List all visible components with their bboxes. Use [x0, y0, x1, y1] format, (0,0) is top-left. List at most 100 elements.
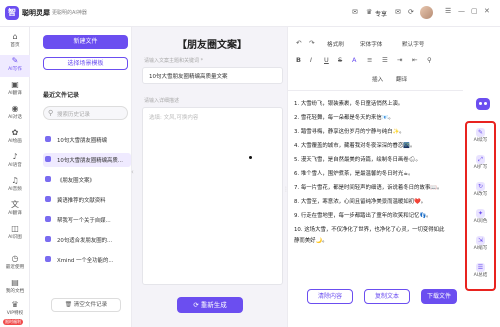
collapse-panel-icon[interactable]: ‹: [131, 168, 134, 176]
font-family-select[interactable]: 宋体字体: [360, 40, 382, 48]
file-record[interactable]: 冀语推荐的文献资料: [43, 193, 131, 207]
search-icon[interactable]: ⚲: [427, 56, 432, 64]
history-search-input[interactable]: ⚲ 搜索历史记录: [43, 106, 128, 120]
list-icon[interactable]: ☰: [382, 56, 388, 64]
italic-icon[interactable]: I: [310, 56, 312, 64]
nav-ai-chat[interactable]: ◉ AI对话: [0, 103, 30, 125]
close-icon[interactable]: ✕: [484, 7, 490, 15]
file-record[interactable]: 《朋友圈文案》: [43, 173, 131, 187]
file-panel: 新建文件 选择场景模板 最近文件记录 ⚲ 搜索历史记录 10句大雪朋友圈精编 1…: [30, 27, 132, 327]
clear-records-button[interactable]: 🗑 清空文件记录: [51, 298, 121, 312]
crown-icon: ♛: [11, 300, 19, 309]
underline-icon[interactable]: U: [324, 56, 329, 64]
main-nav: ⌂ 首页 ✎ AI写作 ▣ AI翻译 ◉ AI对话 ✿ AI绘画 ♪ AI语音 ♫ AI音频 …: [0, 27, 30, 327]
sparkle-icon: ✦: [476, 209, 485, 218]
format-painter[interactable]: 格式刷: [327, 40, 344, 48]
message-icon[interactable]: ✉: [352, 8, 358, 16]
minimize-icon[interactable]: —: [458, 7, 465, 15]
voice-icon: ♪: [12, 152, 18, 161]
ai-summary-button[interactable]: ☰ AI总结: [467, 263, 494, 279]
benefit-label[interactable]: 专享: [375, 9, 387, 18]
new-file-button[interactable]: 新建文件: [43, 35, 128, 49]
rewrite-icon: ↻: [476, 182, 485, 191]
audio-icon: ♫: [11, 176, 19, 185]
file-icon: [45, 196, 51, 202]
strikethrough-icon[interactable]: S: [338, 56, 342, 64]
user-avatar[interactable]: [420, 6, 433, 19]
nav-home[interactable]: ⌂ 首页: [0, 31, 30, 53]
file-record[interactable]: 帮我写一个关于自媒...: [43, 213, 131, 227]
search-icon: ⚲: [48, 109, 54, 117]
crown-icon[interactable]: ♛: [366, 8, 372, 16]
ai-polish-button[interactable]: ✦ AI润色: [467, 209, 494, 225]
maximize-icon[interactable]: ▢: [471, 7, 478, 15]
align-icon[interactable]: ≡: [367, 56, 372, 64]
refresh-icon[interactable]: ⟳: [408, 8, 414, 16]
translate-menu[interactable]: 翻译: [396, 75, 407, 83]
ai-abbreviate-button[interactable]: ⇲ AI缩写: [467, 236, 494, 252]
summary-icon: ☰: [476, 263, 485, 272]
content-line: 9. 行走在雪地里，每一步都踏出了童年的欢笑和记忆👣。: [294, 213, 432, 219]
indent-icon[interactable]: ⇥: [397, 56, 402, 64]
gift-icon[interactable]: ✉: [395, 8, 401, 16]
file-icon: [45, 176, 51, 182]
topic-input[interactable]: 10句大雪朋友圈精编高质量文案: [142, 67, 283, 84]
nav-ai-translate[interactable]: ▣ AI翻译: [0, 79, 30, 101]
nav-ai-painting[interactable]: ✿ AI绘画: [0, 127, 30, 149]
copy-text-button[interactable]: 复制文本: [364, 289, 410, 304]
result-editor: ↶ ↷ 格式刷 宋体字体 默认字号 B I U S A ≡ ☰ ⇥ ⇤ ⚲ 插入…: [287, 27, 464, 327]
nav-ai-voice[interactable]: ♪ AI语音: [0, 151, 30, 173]
trash-icon: 🗑: [64, 302, 74, 308]
nav-my-docs[interactable]: ▤ 我的文档: [0, 277, 30, 299]
content-line: 6. 堆个雪人，围炉煮茶，是最温馨的冬日时光☕。: [294, 171, 414, 177]
font-size-select[interactable]: 默认字号: [402, 40, 424, 48]
ai-assistant-icon[interactable]: [476, 98, 490, 110]
nav-vip[interactable]: ♛ VIP特权: [0, 299, 30, 321]
ai-expand-button[interactable]: ⤢ AI扩写: [467, 155, 494, 171]
nav-ai-audio[interactable]: ♫ AI音频: [0, 175, 30, 197]
content-line: 8. 大雪至，寒意浓，心间且留纯净美景而温暖如初❤️。: [294, 199, 427, 205]
doc-title: 【朋友圈文案】: [177, 40, 247, 51]
shrink-icon: ⇲: [476, 236, 485, 245]
content-line: 1. 大雪纷飞，银装素裹，冬日童话悄然上演。: [294, 101, 404, 107]
outdent-icon[interactable]: ⇤: [412, 56, 417, 64]
recent-files-title: 最近文件记录: [43, 92, 80, 99]
menu-icon[interactable]: ☰: [445, 7, 451, 15]
choose-template-button[interactable]: 选择场景模板: [43, 57, 128, 70]
file-icon: [45, 136, 51, 142]
file-icon: [45, 256, 51, 262]
pen-icon: ✎: [11, 56, 19, 65]
insert-menu[interactable]: 插入: [372, 75, 383, 83]
description-textarea[interactable]: 选填: 文风,可换内容: [142, 107, 283, 285]
content-line: 7. 每一片雪花，都是时间轻声的细语，诉说着冬日的故事📖。: [294, 185, 443, 191]
refresh-icon: ⟳: [193, 301, 201, 309]
download-file-button[interactable]: 下载文件: [421, 289, 457, 304]
file-record[interactable]: Xmind 一个全功能的...: [43, 253, 131, 267]
app-name: 聪明灵犀: [22, 9, 50, 17]
undo-icon[interactable]: ↶: [296, 39, 301, 47]
pen-icon: ✎: [476, 128, 485, 137]
nav-ai-writing[interactable]: ✎ AI写作: [0, 55, 30, 77]
nav-ai-image-recognition[interactable]: ◫ AI识图: [0, 223, 30, 245]
nav-recent[interactable]: ◷ 最近使用: [0, 253, 30, 275]
rich-text-toolbar: ↶ ↷ 格式刷 宋体字体 默认字号 B I U S A ≡ ☰ ⇥ ⇤ ⚲ 插入…: [288, 27, 464, 91]
chat-icon: ◉: [11, 104, 19, 113]
content-line: 2. 雪花轻舞，每一朵都是冬天的来信📧。: [294, 115, 394, 121]
clear-content-button[interactable]: 清除内容: [307, 289, 353, 304]
bold-icon[interactable]: B: [296, 56, 301, 64]
font-color-icon[interactable]: A: [352, 56, 356, 64]
file-record[interactable]: 20句适合发朋友圈的...: [43, 233, 131, 247]
redo-icon[interactable]: ↷: [309, 39, 314, 47]
text-icon: 文: [11, 200, 19, 209]
expand-icon: ⤢: [476, 155, 485, 164]
app-logo: 智: [5, 6, 19, 20]
file-icon: [45, 236, 51, 242]
ai-tools-highlight: ✎ AI续写 ⤢ AI扩写 ↻ AI改写 ✦ AI润色 ⇲ AI缩写 ☰ AI总结: [465, 121, 496, 291]
ai-rewrite-button[interactable]: ↻ AI改写: [467, 182, 494, 198]
file-record[interactable]: 10句大雪朋友圈精编: [43, 133, 131, 147]
ai-continue-button[interactable]: ✎ AI续写: [467, 128, 494, 144]
content-line: 4. 大雪覆盖的城市，藏着我对冬夜深深的眷恋🌃。: [294, 143, 416, 149]
file-record-selected[interactable]: 10句大雪朋友圈精编高质...: [43, 153, 131, 167]
nav-ai-translate-2[interactable]: 文 AI翻译: [0, 199, 30, 221]
regenerate-button[interactable]: ⟳ 重新生成: [177, 297, 243, 313]
